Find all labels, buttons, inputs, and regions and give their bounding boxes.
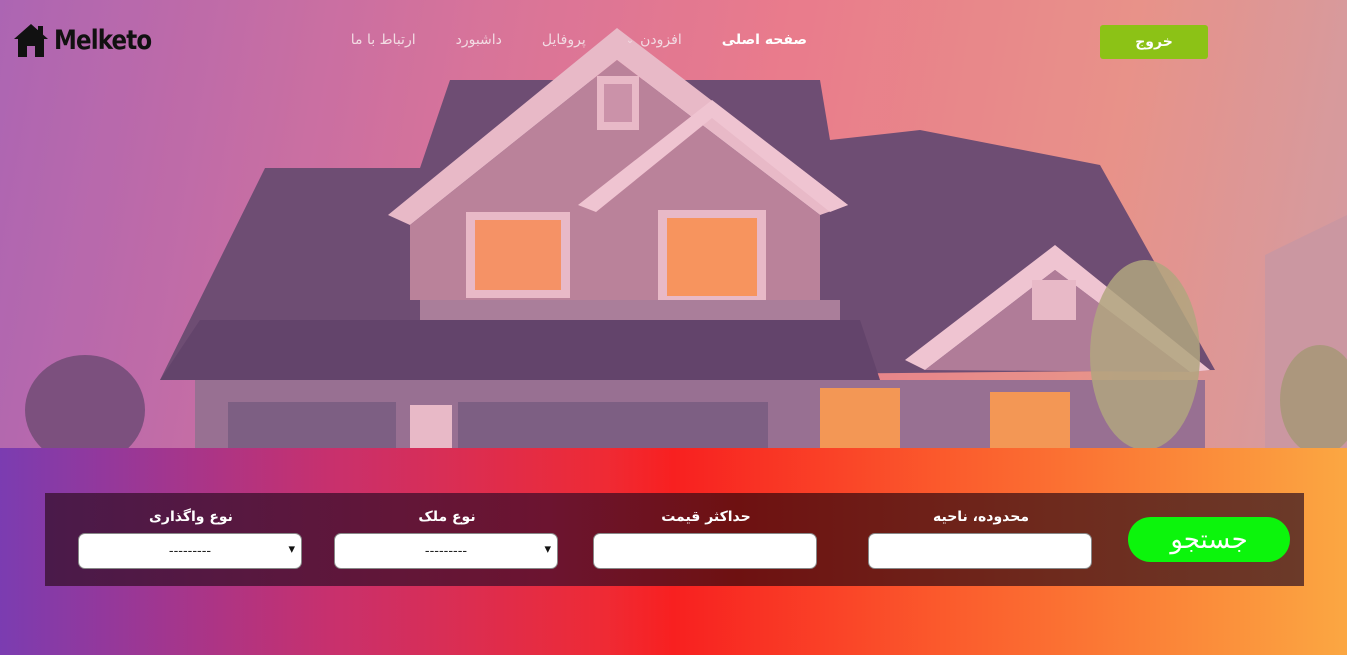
brand-name: Melketo — [54, 24, 152, 56]
search-section: نوع واگذاری --------- ▾ نوع ملک --------… — [0, 448, 1347, 655]
nav-item-home[interactable]: صفحه اصلی — [722, 32, 807, 48]
nav-item-contact[interactable]: ارتباط با ما — [351, 32, 416, 48]
max-price-label: حداکثر قیمت — [661, 509, 751, 525]
transfer-type-field: نوع واگذاری --------- ▾ — [78, 509, 304, 569]
chevron-down-icon: ▾ — [544, 542, 551, 557]
nav-item-profile[interactable]: پروفایل — [542, 32, 586, 48]
region-label: محدوده، ناحیه — [933, 509, 1029, 525]
search-button[interactable]: جستجو — [1128, 517, 1290, 562]
property-type-label: نوع ملک — [418, 509, 476, 525]
region-field: محدوده، ناحیه — [868, 509, 1094, 569]
transfer-type-label: نوع واگذاری — [149, 509, 233, 525]
hero-banner — [0, 0, 1347, 448]
property-type-select[interactable]: --------- ▾ — [334, 533, 558, 569]
max-price-input[interactable] — [593, 533, 817, 569]
logout-button[interactable]: خروج — [1100, 25, 1208, 59]
transfer-type-selected: --------- — [168, 543, 212, 559]
house-icon — [14, 24, 48, 57]
chevron-down-icon: ▾ — [288, 542, 295, 557]
nav-item-dashboard[interactable]: داشبورد — [456, 32, 502, 48]
property-type-selected: --------- — [424, 543, 468, 559]
nav-item-add[interactable]: افزودن ⌄ — [626, 32, 682, 48]
house-photo — [0, 0, 1347, 448]
property-type-field: نوع ملک --------- ▾ — [334, 509, 560, 569]
brand-logo[interactable]: Melketo — [14, 22, 168, 58]
region-input[interactable] — [868, 533, 1092, 569]
transfer-type-select[interactable]: --------- ▾ — [78, 533, 302, 569]
main-nav: صفحه اصلی افزودن ⌄ پروفایل داشبورد ارتبا… — [351, 32, 807, 48]
nav-item-add-label: افزودن — [640, 32, 682, 48]
max-price-field: حداکثر قیمت — [593, 509, 819, 569]
search-panel: نوع واگذاری --------- ▾ نوع ملک --------… — [45, 493, 1304, 586]
chevron-down-icon: ⌄ — [625, 34, 635, 46]
